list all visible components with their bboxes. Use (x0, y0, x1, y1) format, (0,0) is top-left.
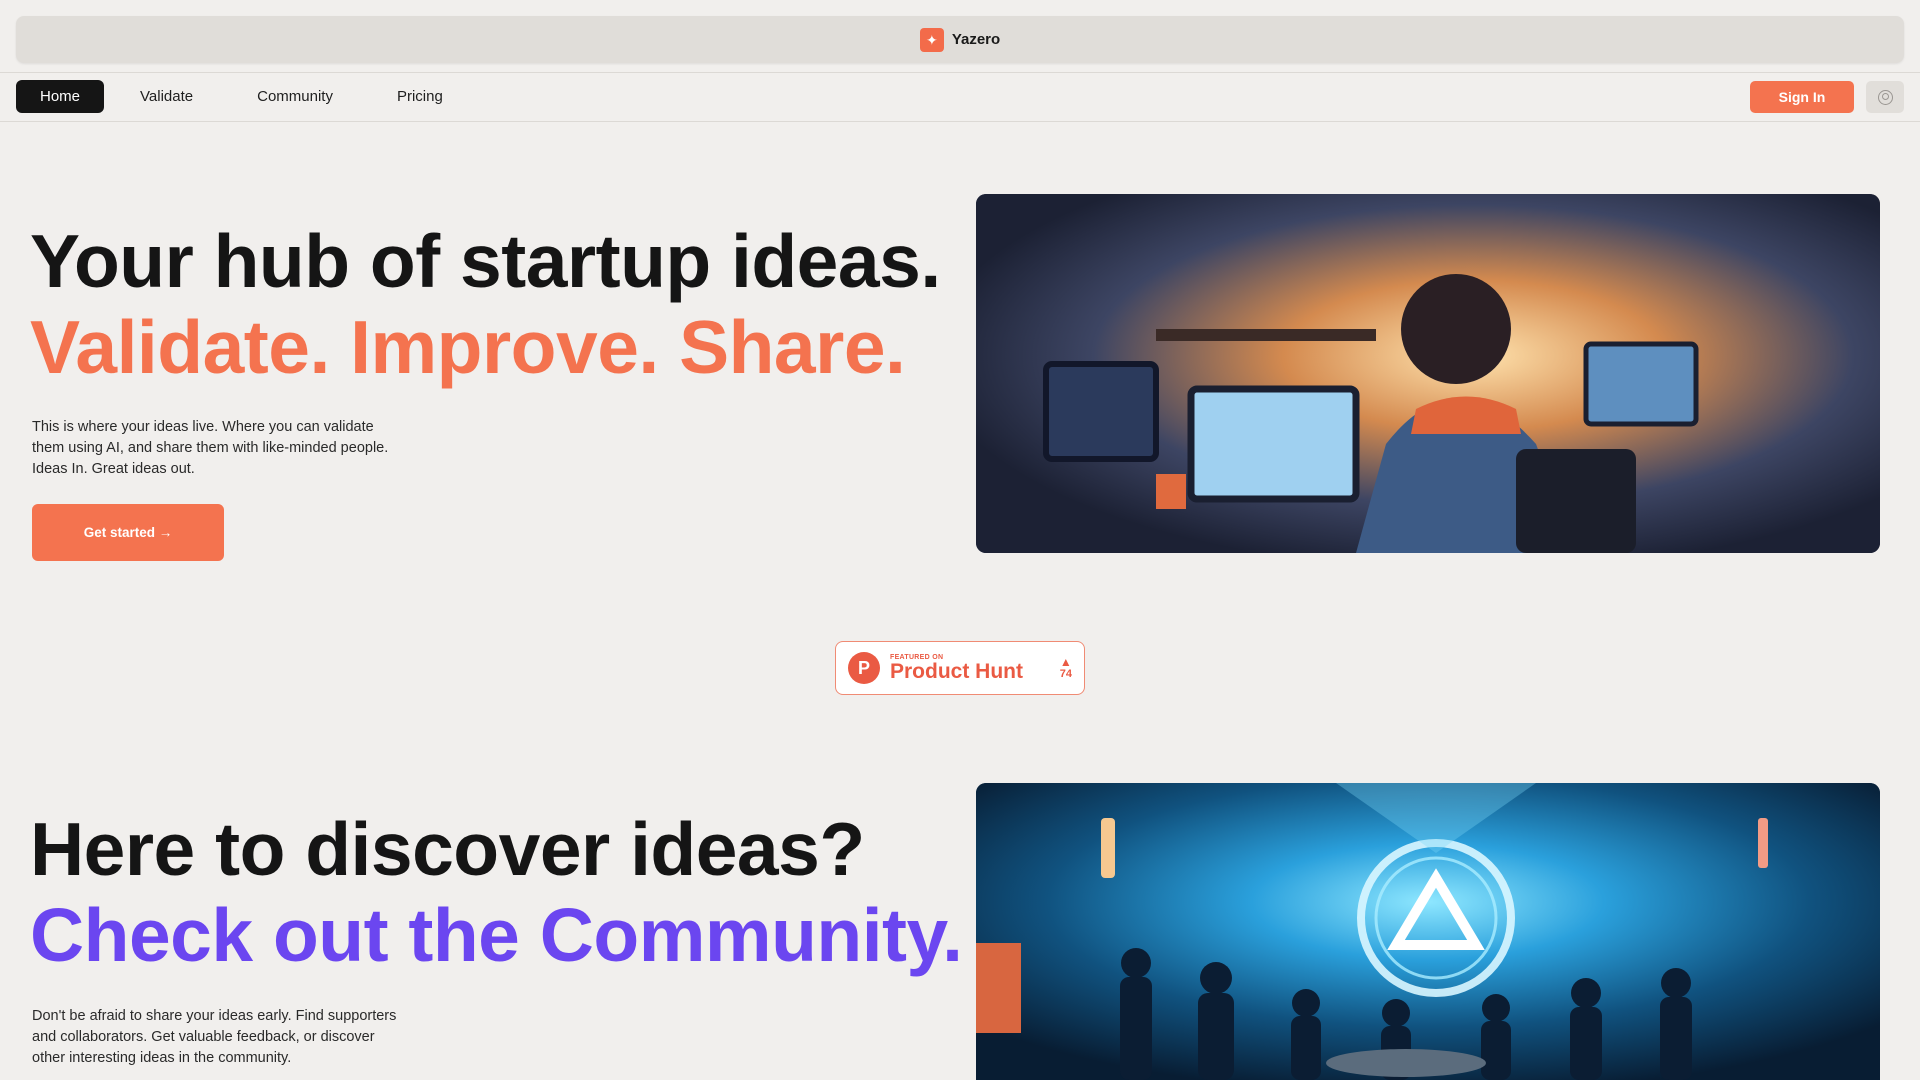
divider (0, 121, 1920, 122)
hero-subtitle: Validate. Improve. Share. (30, 305, 906, 389)
community-title: Here to discover ideas? (30, 807, 865, 891)
title-bar: ✦ Yazero (16, 16, 1904, 63)
community-illustration (976, 783, 1880, 1080)
ph-name: Product Hunt (890, 660, 1023, 683)
brand-name: Yazero (951, 31, 1001, 48)
ph-upvote: ▲ 74 (1060, 656, 1072, 680)
nav-home[interactable]: Home (16, 80, 105, 113)
main-nav: Home Validate Community Pricing (16, 80, 471, 113)
nav-pricing[interactable]: Pricing (369, 80, 471, 113)
hero-illustration (976, 194, 1880, 553)
nav-community[interactable]: Community (229, 80, 361, 113)
community-subtitle: Check out the Community. (30, 893, 963, 977)
product-hunt-logo-icon: P (848, 652, 880, 684)
account-button[interactable] (1866, 81, 1904, 113)
ph-vote-count: 74 (1059, 668, 1072, 680)
sparkle-icon: ✦ (919, 27, 944, 52)
product-hunt-badge[interactable]: P FEATURED ON Product Hunt ▲ 74 (835, 641, 1085, 695)
divider (0, 72, 1920, 73)
hero-illustration-art (976, 194, 1880, 553)
hero-title: Your hub of startup ideas. (30, 219, 941, 303)
upvote-arrow-icon: ▲ (1059, 655, 1072, 669)
sign-in-button[interactable]: Sign In (1750, 81, 1854, 113)
community-illustration-art (976, 783, 1880, 1080)
user-circle-icon (1877, 89, 1893, 105)
get-started-button[interactable]: Get started → (32, 504, 224, 561)
community-description: Don't be afraid to share your ideas earl… (32, 1008, 397, 1066)
nav-validate[interactable]: Validate (112, 80, 221, 113)
hero-description: This is where your ideas live. Where you… (32, 419, 389, 477)
